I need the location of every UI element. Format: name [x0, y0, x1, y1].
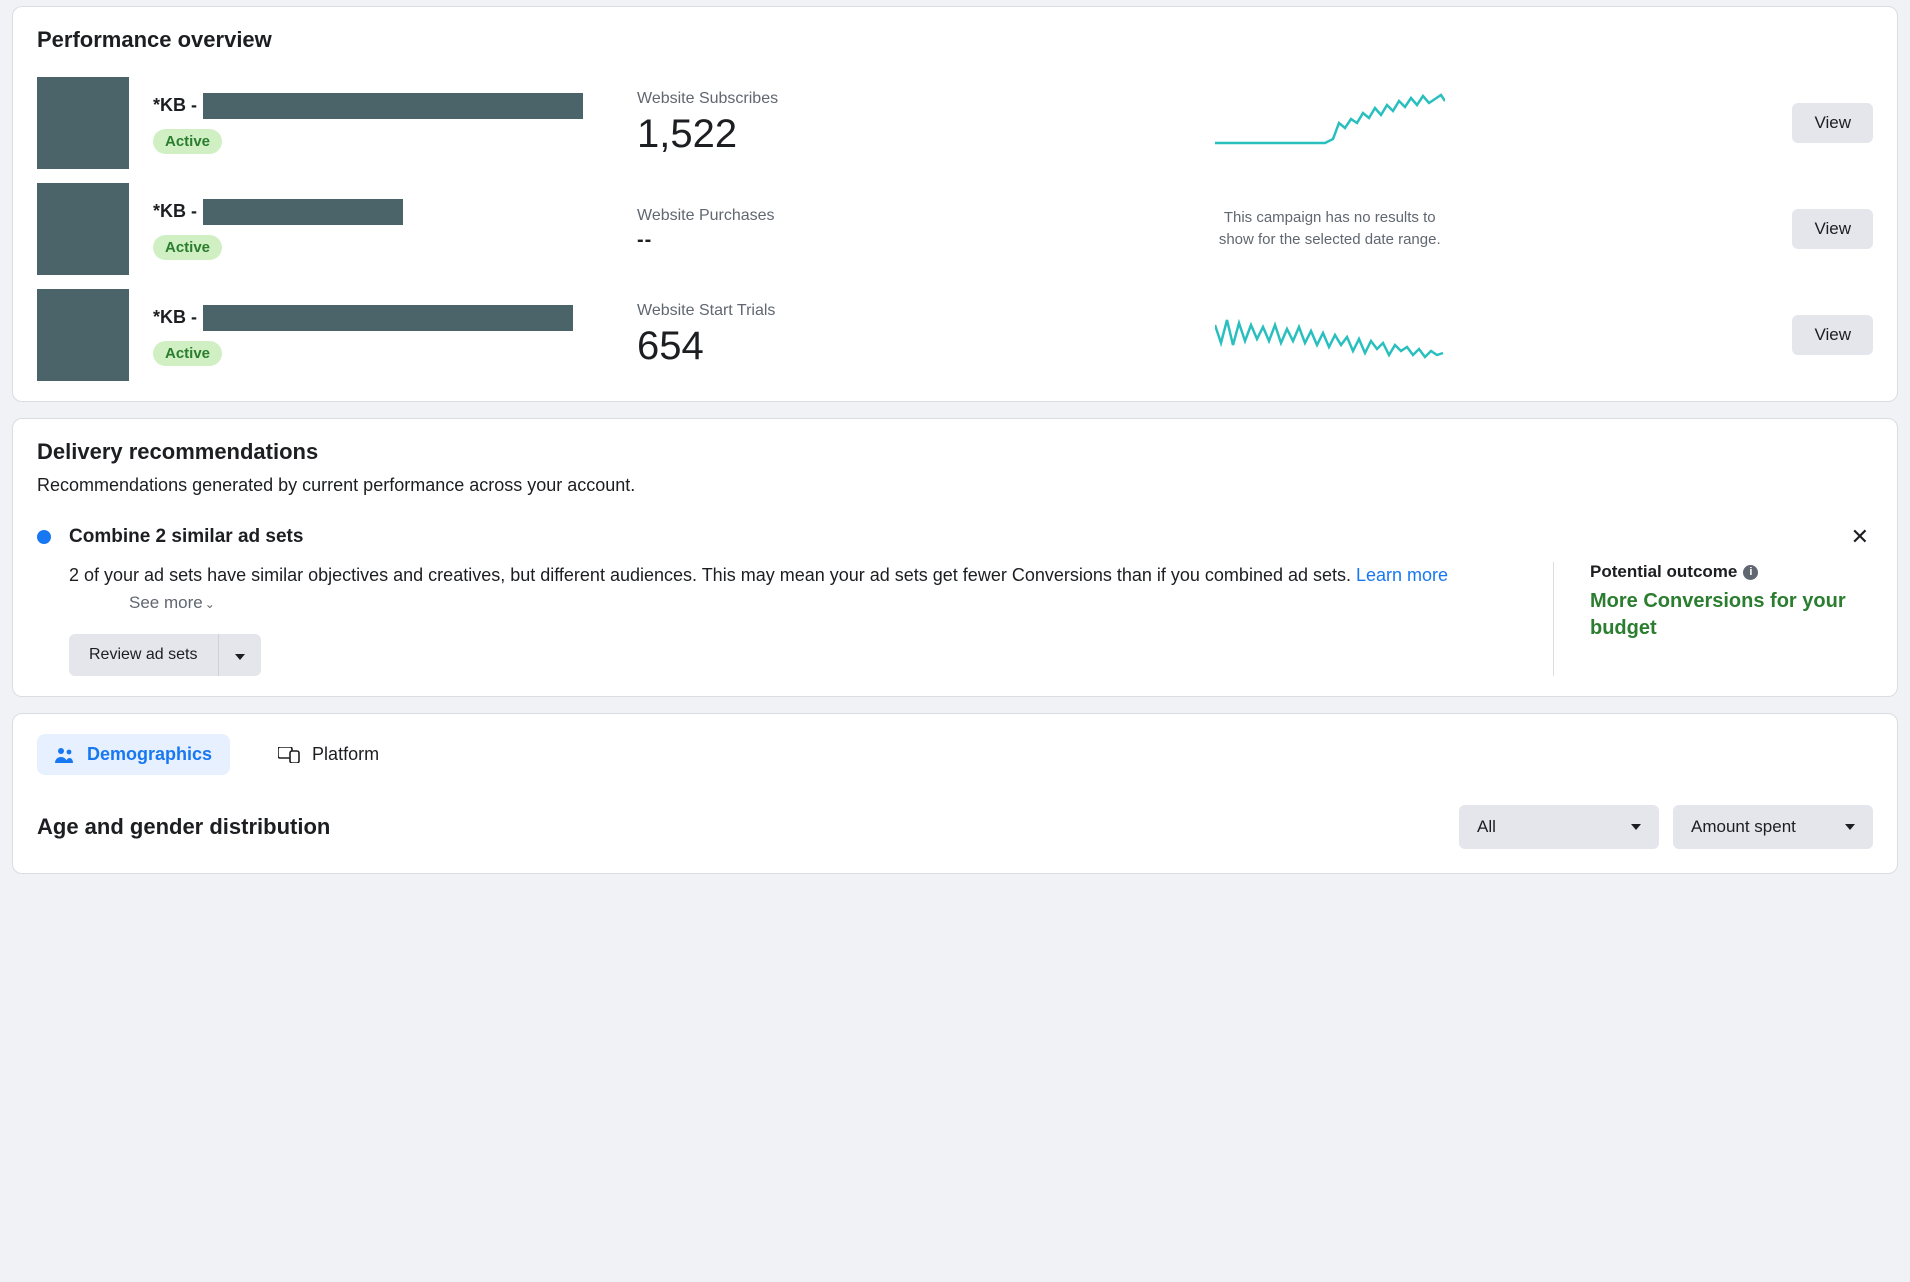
- delivery-recommendations-title: Delivery recommendations: [37, 439, 1873, 465]
- campaign-name-redacted: [203, 93, 583, 119]
- info-icon[interactable]: i: [1743, 565, 1758, 580]
- recommendation-description: 2 of your ad sets have similar objective…: [69, 562, 1513, 616]
- no-results-message: This campaign has no results to show for…: [1215, 207, 1445, 251]
- delivery-recommendations-subtitle: Recommendations generated by current per…: [37, 475, 1873, 496]
- recommendation-title: Combine 2 similar ad sets: [69, 526, 1847, 548]
- bullet-dot-icon: [37, 530, 51, 544]
- campaign-thumbnail: [37, 183, 129, 275]
- metric-filter-value: Amount spent: [1691, 817, 1796, 837]
- review-ad-sets-dropdown[interactable]: [218, 634, 261, 676]
- caret-down-icon: [1845, 824, 1855, 830]
- delivery-recommendations-card: Delivery recommendations Recommendations…: [12, 418, 1898, 697]
- metric-filter-select[interactable]: Amount spent: [1673, 805, 1873, 849]
- tab-platform[interactable]: Platform: [260, 734, 397, 775]
- metric-label: Website Purchases: [637, 207, 867, 225]
- view-button[interactable]: View: [1792, 315, 1873, 355]
- recommendation-item: Combine 2 similar ad sets ✕ 2 of your ad…: [37, 524, 1873, 676]
- learn-more-link[interactable]: Learn more: [1356, 565, 1448, 585]
- metric-value: --: [637, 229, 867, 252]
- status-badge: Active: [153, 341, 222, 366]
- sparkline-chart: [891, 93, 1768, 153]
- performance-overview-title: Performance overview: [37, 27, 1873, 53]
- people-icon: [55, 747, 75, 763]
- audience-filter-value: All: [1477, 817, 1496, 837]
- tab-demographics-label: Demographics: [87, 744, 212, 765]
- tab-platform-label: Platform: [312, 744, 379, 765]
- caret-down-icon: [235, 654, 245, 660]
- metric-value: 654: [637, 324, 867, 368]
- metric-label: Website Start Trials: [637, 302, 867, 320]
- campaign-name-redacted: [203, 199, 403, 225]
- campaign-name-prefix: *KB -: [153, 201, 197, 222]
- chevron-down-icon: ⌄: [205, 597, 215, 611]
- campaign-thumbnail: [37, 289, 129, 381]
- campaign-row: *KB - Active Website Purchases -- This c…: [37, 183, 1873, 275]
- close-icon[interactable]: ✕: [1847, 524, 1873, 550]
- review-ad-sets-button[interactable]: Review ad sets: [69, 634, 218, 676]
- metric-label: Website Subscribes: [637, 90, 867, 108]
- see-more-toggle[interactable]: See more⌄: [129, 593, 215, 612]
- breakdown-card: Demographics Platform Age and gender dis…: [12, 713, 1898, 874]
- campaign-row: *KB - Active Website Start Trials 654 Vi…: [37, 289, 1873, 381]
- potential-outcome-label: Potential outcome i: [1590, 562, 1873, 582]
- tab-demographics[interactable]: Demographics: [37, 734, 230, 775]
- caret-down-icon: [1631, 824, 1641, 830]
- audience-filter-select[interactable]: All: [1459, 805, 1659, 849]
- devices-icon: [278, 747, 300, 763]
- performance-overview-card: Performance overview *KB - Active Websit…: [12, 6, 1898, 402]
- campaign-name-redacted: [203, 305, 573, 331]
- potential-outcome-value: More Conversions for your budget: [1590, 588, 1873, 642]
- view-button[interactable]: View: [1792, 209, 1873, 249]
- campaign-thumbnail: [37, 77, 129, 169]
- campaign-name-prefix: *KB -: [153, 95, 197, 116]
- status-badge: Active: [153, 129, 222, 154]
- campaign-row: *KB - Active Website Subscribes 1,522 Vi…: [37, 77, 1873, 169]
- status-badge: Active: [153, 235, 222, 260]
- sparkline-chart: [891, 305, 1768, 365]
- metric-value: 1,522: [637, 112, 867, 156]
- distribution-title: Age and gender distribution: [37, 814, 330, 840]
- campaign-name-prefix: *KB -: [153, 307, 197, 328]
- breakdown-tabs: Demographics Platform: [37, 734, 1873, 775]
- view-button[interactable]: View: [1792, 103, 1873, 143]
